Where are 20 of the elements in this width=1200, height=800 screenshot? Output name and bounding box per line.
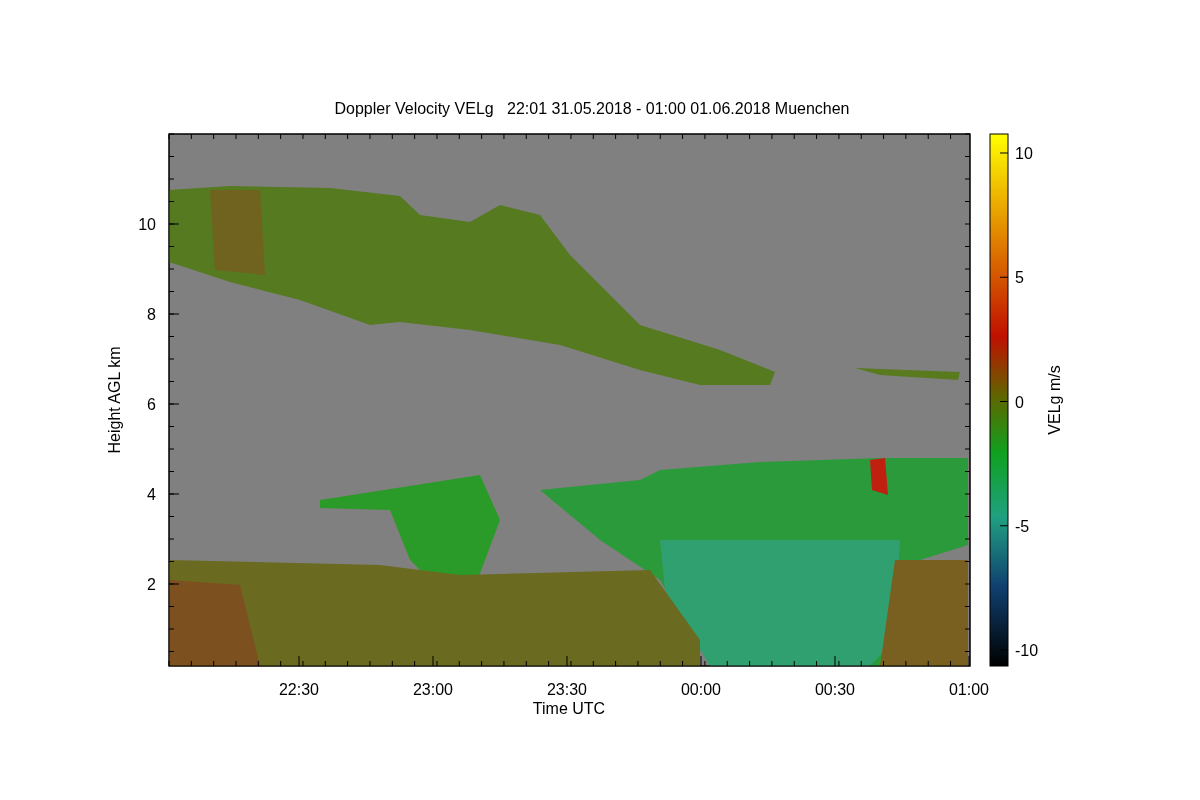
y-tick-label: 2 xyxy=(147,576,156,593)
x-tick-label: 00:30 xyxy=(815,681,855,698)
colorbar-tick-label: 10 xyxy=(1015,145,1033,162)
colorbar-tick-label: 5 xyxy=(1015,269,1024,287)
colorbar-tick-label: 0 xyxy=(1015,393,1024,411)
colorbar-title: VELg m/s xyxy=(1046,365,1063,435)
y-axis-title: Height AGL km xyxy=(106,346,123,454)
y-tick-label: 4 xyxy=(147,486,156,503)
x-tick-label: 01:00 xyxy=(949,681,989,698)
x-tick-label: 23:30 xyxy=(547,681,587,698)
y-tick-label: 10 xyxy=(138,216,156,233)
x-tick-label: 00:00 xyxy=(681,681,721,698)
y-tick-label: 6 xyxy=(147,396,156,413)
chart-title: Doppler Velocity VELg 22:01 31.05.2018 - 01:00 01.06.2018 Muenchen xyxy=(334,100,850,117)
y-tick-label: 8 xyxy=(147,306,156,323)
x-tick-label: 22:30 xyxy=(279,681,319,698)
colorbar-tick-label: -5 xyxy=(1015,517,1030,535)
x-tick-label: 23:00 xyxy=(413,681,453,698)
x-axis-title: Time UTC xyxy=(532,700,606,717)
colorbar-tick-label: -10 xyxy=(1015,642,1039,659)
